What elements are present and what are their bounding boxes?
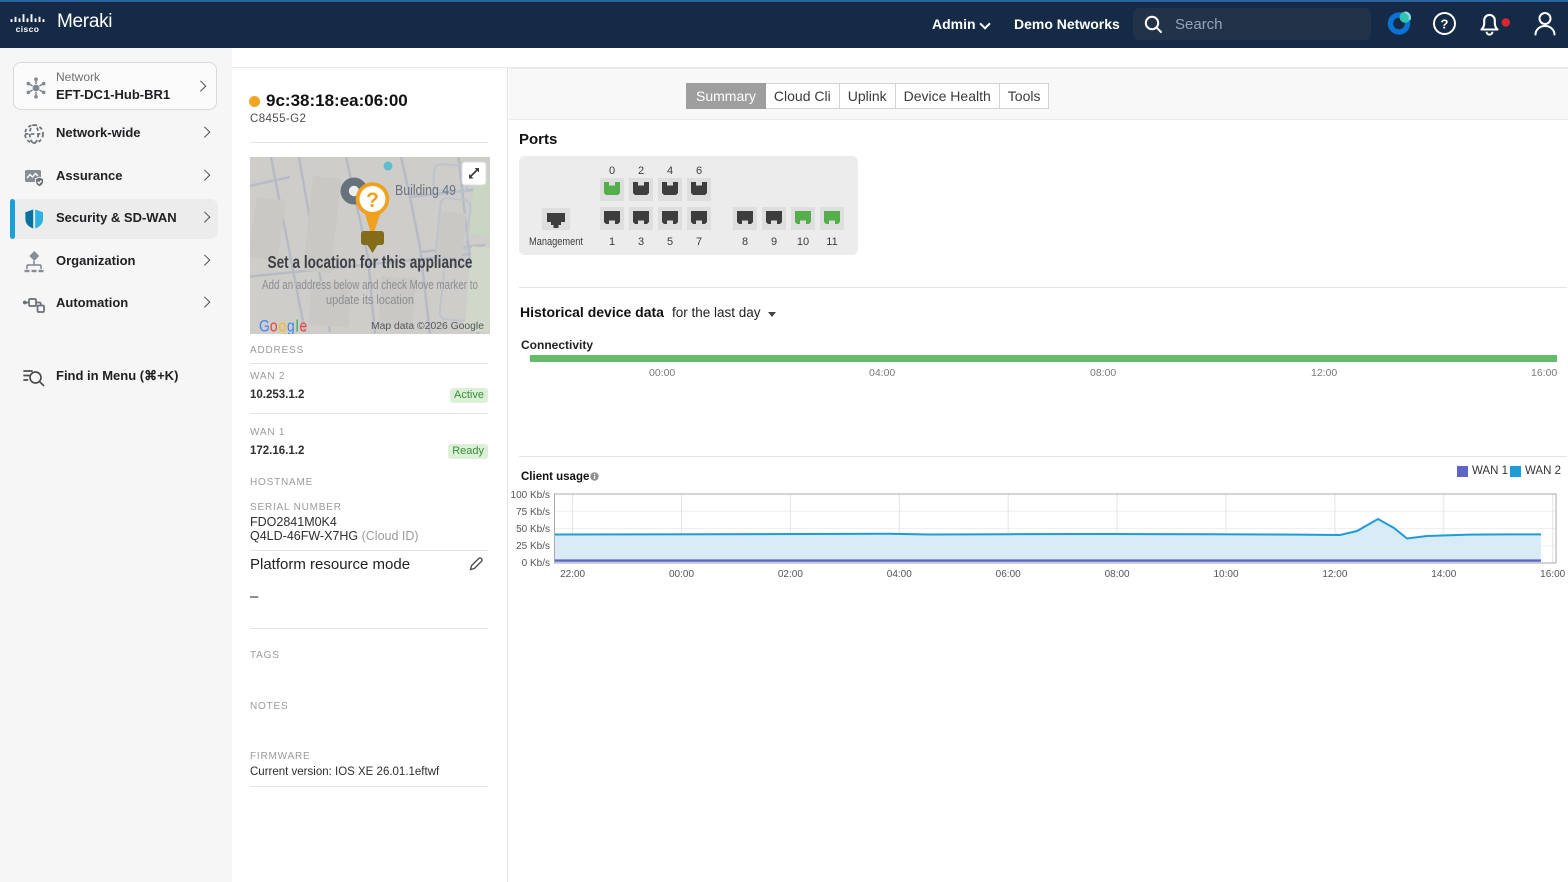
svg-text:Set a location for this applia: Set a location for this appliance bbox=[268, 252, 473, 272]
svg-text:3: 3 bbox=[638, 236, 644, 248]
svg-text:12:00: 12:00 bbox=[1322, 569, 1347, 580]
svg-text:02:00: 02:00 bbox=[778, 569, 803, 580]
svg-text:o: o bbox=[278, 317, 286, 334]
svg-text:l: l bbox=[296, 317, 299, 334]
svg-text:Management: Management bbox=[529, 236, 583, 248]
svg-text:25 Kb/s: 25 Kb/s bbox=[516, 541, 550, 552]
svg-text:10:00: 10:00 bbox=[1213, 569, 1238, 580]
svg-text:update its location: update its location bbox=[326, 293, 414, 307]
svg-text:75 Kb/s: 75 Kb/s bbox=[516, 507, 550, 518]
svg-text:04:00: 04:00 bbox=[887, 569, 912, 580]
svg-text:2: 2 bbox=[638, 165, 644, 177]
svg-text:?: ? bbox=[366, 189, 379, 212]
svg-text:16:00: 16:00 bbox=[1540, 569, 1565, 580]
svg-text:08:00: 08:00 bbox=[1105, 569, 1130, 580]
svg-text:?: ? bbox=[1441, 17, 1449, 32]
svg-text:G: G bbox=[259, 317, 270, 334]
svg-text:0 Kb/s: 0 Kb/s bbox=[522, 558, 550, 569]
svg-text:cisco: cisco bbox=[16, 24, 40, 34]
svg-text:6: 6 bbox=[696, 165, 702, 177]
svg-text:o: o bbox=[270, 317, 278, 334]
svg-text:4: 4 bbox=[667, 165, 673, 177]
svg-text:06:00: 06:00 bbox=[996, 569, 1021, 580]
svg-text:7: 7 bbox=[696, 236, 702, 248]
svg-text:11: 11 bbox=[826, 236, 837, 248]
svg-text:Add an address below and check: Add an address below and check Move mark… bbox=[262, 278, 478, 292]
svg-text:10: 10 bbox=[797, 236, 809, 248]
svg-text:Map data ©2026 Google: Map data ©2026 Google bbox=[371, 320, 484, 332]
svg-text:50 Kb/s: 50 Kb/s bbox=[516, 524, 550, 535]
svg-text:0: 0 bbox=[609, 165, 615, 177]
svg-text:22:00: 22:00 bbox=[560, 569, 585, 580]
svg-text:14:00: 14:00 bbox=[1431, 569, 1456, 580]
svg-text:1: 1 bbox=[609, 236, 615, 248]
svg-text:Building 49: Building 49 bbox=[395, 183, 456, 199]
svg-text:9: 9 bbox=[771, 236, 777, 248]
svg-text:5: 5 bbox=[667, 236, 673, 248]
svg-text:8: 8 bbox=[742, 236, 748, 248]
svg-text:e: e bbox=[299, 317, 307, 334]
svg-text:g: g bbox=[287, 317, 295, 334]
svg-text:00:00: 00:00 bbox=[669, 569, 694, 580]
svg-text:100 Kb/s: 100 Kb/s bbox=[511, 490, 550, 501]
